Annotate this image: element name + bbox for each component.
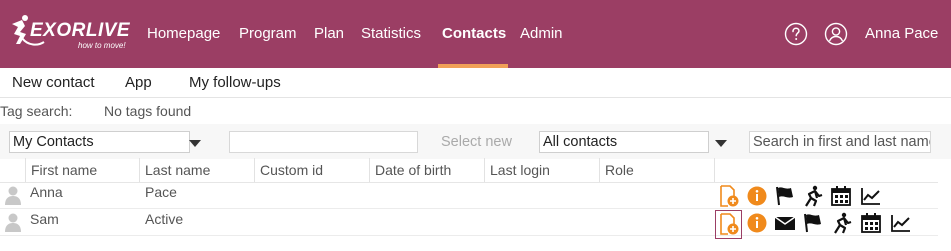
tag-search-value: No tags found: [104, 103, 192, 119]
nav-program[interactable]: Program: [239, 24, 297, 44]
contacts-subnav: New contact App My follow-ups: [0, 68, 951, 98]
user-profile-icon[interactable]: [824, 22, 848, 46]
first-name-cell: Sam: [30, 211, 59, 227]
flag-icon[interactable]: [774, 185, 796, 207]
top-navigation-bar: EXORLIVE how to move! Homepage Program P…: [0, 0, 951, 68]
last-name-cell: Active: [145, 211, 184, 227]
mail-icon[interactable]: [774, 212, 796, 234]
filter-text-input[interactable]: [229, 131, 418, 153]
column-last-name[interactable]: Last name: [139, 158, 254, 182]
info-icon[interactable]: [746, 185, 768, 207]
nav-admin[interactable]: Admin: [520, 24, 563, 44]
nav-homepage[interactable]: Homepage: [147, 24, 220, 44]
logo-tagline: how to move!: [78, 41, 126, 50]
contact-filter-select[interactable]: All contacts: [539, 131, 709, 153]
calendar-icon[interactable]: [830, 185, 852, 207]
last-name-cell: Pace: [145, 184, 177, 200]
exercise-icon[interactable]: [802, 185, 824, 207]
contact-avatar-icon: [5, 186, 21, 205]
calendar-icon[interactable]: [860, 212, 882, 234]
add-program-icon[interactable]: [715, 210, 742, 239]
name-search-input[interactable]: [749, 131, 931, 153]
first-name-cell: Anna: [30, 184, 63, 200]
info-icon[interactable]: [746, 212, 768, 234]
column-custom-id[interactable]: Custom id: [254, 158, 369, 182]
contact-list-select[interactable]: My Contacts: [9, 131, 190, 153]
column-last-login[interactable]: Last login: [484, 158, 599, 182]
nav-contacts[interactable]: Contacts: [442, 24, 506, 44]
app-link[interactable]: App: [125, 74, 152, 91]
new-contact-link[interactable]: New contact: [12, 74, 95, 91]
statistics-icon[interactable]: [890, 212, 912, 234]
contact-list-dropdown-icon[interactable]: [189, 140, 201, 147]
help-icon[interactable]: [784, 22, 808, 46]
table-row[interactable]: Sam Active: [0, 209, 938, 239]
my-follow-ups-link[interactable]: My follow-ups: [189, 74, 281, 91]
column-date-of-birth[interactable]: Date of birth: [369, 158, 484, 182]
select-new-button[interactable]: Select new: [441, 134, 512, 150]
nav-plan[interactable]: Plan: [314, 24, 344, 44]
contact-avatar-icon: [5, 213, 21, 232]
tag-search-label: Tag search:: [0, 103, 73, 119]
statistics-icon[interactable]: [860, 185, 882, 207]
flag-icon[interactable]: [802, 212, 824, 234]
exercise-icon[interactable]: [831, 212, 853, 234]
column-first-name[interactable]: First name: [25, 158, 139, 182]
user-name[interactable]: Anna Pace: [865, 24, 938, 44]
add-program-icon[interactable]: [718, 185, 740, 207]
table-row[interactable]: Anna Pace: [0, 182, 938, 209]
logo-wordmark: EXORLIVE: [30, 20, 131, 41]
contact-filter-dropdown-icon[interactable]: [715, 140, 727, 147]
nav-statistics[interactable]: Statistics: [361, 24, 421, 44]
column-actions: [714, 158, 938, 182]
column-role[interactable]: Role: [599, 158, 714, 182]
